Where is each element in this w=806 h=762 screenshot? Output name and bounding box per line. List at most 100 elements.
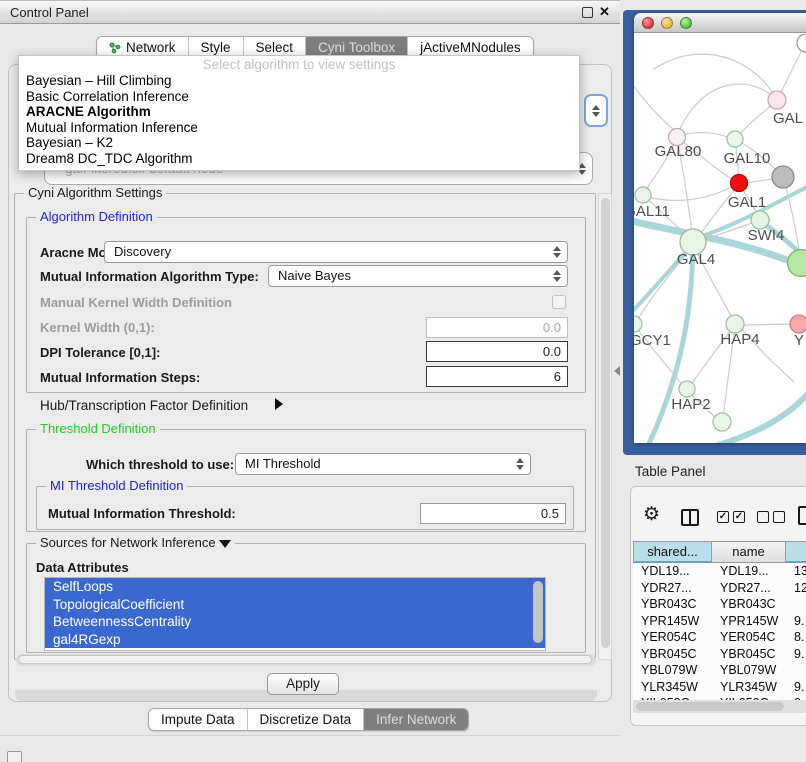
algorithm-option[interactable]: Mutual Information Inference — [19, 120, 579, 136]
network-node[interactable] — [790, 315, 806, 333]
algorithm-option[interactable]: Bayesian – Hill Climbing — [19, 73, 579, 89]
settings-horizontal-scrollbar[interactable] — [16, 654, 596, 666]
network-node[interactable] — [635, 187, 651, 203]
table-row[interactable]: YBR045CYBR045C9. — [633, 646, 806, 663]
close-traffic-light-icon[interactable] — [642, 17, 654, 29]
export-table-icon[interactable] — [798, 506, 806, 525]
network-node[interactable] — [679, 381, 695, 397]
gear-icon[interactable]: ⚙ — [643, 505, 660, 524]
column-header[interactable]: shared... — [633, 541, 712, 563]
mi-type-combo[interactable]: Naive Bayes — [268, 265, 568, 287]
node-label: HAP2 — [671, 396, 710, 413]
attribute-item[interactable]: gal4RGexp — [45, 631, 545, 649]
node-label: GAL10 — [724, 150, 771, 167]
close-icon[interactable]: ✕ — [599, 4, 610, 20]
spinner-arrows-icon — [592, 105, 600, 117]
network-edge[interactable] — [643, 184, 738, 200]
table-row[interactable]: YDL19...YDL19...13 — [633, 563, 806, 580]
expand-arrow-icon[interactable] — [275, 398, 283, 410]
table-row[interactable]: YBL079WYBL079W — [633, 662, 806, 679]
inference-algorithm-combo-focus-ring[interactable] — [584, 94, 608, 127]
scrollbar-thumb[interactable] — [601, 198, 610, 648]
manual-kernel-label: Manual Kernel Width Definition — [40, 295, 232, 310]
column-header[interactable]: name — [712, 541, 786, 563]
network-node[interactable] — [797, 34, 806, 52]
table-row[interactable]: YBR043CYBR043C — [633, 596, 806, 613]
control-panel-bottom-tabbar: Impute DataDiscretize DataInfer Network — [148, 708, 469, 731]
table-cell — [786, 662, 806, 679]
dpi-tolerance-label: DPI Tolerance [0,1]: — [40, 345, 160, 360]
scrollbar-thumb[interactable] — [636, 702, 784, 711]
unchecked-box-icon — [773, 511, 785, 523]
node-label: GAL1 — [728, 194, 766, 211]
hub-section-label[interactable]: Hub/Transcription Factor Definition — [40, 398, 248, 413]
table-row[interactable]: YPR145WYPR145W9. — [633, 613, 806, 630]
network-edge[interactable] — [677, 84, 777, 136]
minimize-traffic-light-icon[interactable] — [661, 17, 673, 29]
network-node[interactable] — [731, 175, 748, 192]
control-panel-title: Control Panel — [10, 1, 89, 24]
table-body: YDL19...YDL19...13YDR27...YDR27...12YBR0… — [633, 563, 806, 700]
aracne-mode-combo[interactable]: Discovery — [104, 241, 568, 263]
algorithm-placeholder: Select algorithm to view settings — [19, 56, 579, 73]
dpi-tolerance-field[interactable]: 0.0 — [426, 341, 568, 362]
tab-infer-network[interactable]: Infer Network — [364, 709, 468, 730]
collapsed-panel-icon[interactable] — [7, 751, 22, 762]
algorithm-option[interactable]: Dream8 DC_TDC Algorithm — [19, 151, 579, 167]
network-edge[interactable] — [654, 54, 776, 98]
columns-icon[interactable] — [681, 509, 699, 526]
network-window-titlebar[interactable] — [634, 13, 806, 33]
network-node[interactable] — [634, 316, 642, 332]
zoom-traffic-light-icon[interactable] — [680, 17, 692, 29]
algorithm-option[interactable]: Basic Correlation Inference — [19, 89, 579, 105]
algorithm-option[interactable]: ARACNE Algorithm — [19, 104, 579, 120]
algorithm-option[interactable]: Bayesian – K2 — [19, 135, 579, 151]
table-cell: YDL19... — [633, 563, 712, 580]
deselect-all-icon[interactable] — [757, 511, 785, 523]
table-row[interactable]: YER054CYER054C8. — [633, 629, 806, 646]
table-cell: 12 — [786, 580, 806, 597]
apply-button[interactable]: Apply — [267, 673, 339, 695]
mi-type-value: Naive Bayes — [278, 266, 351, 286]
table-horizontal-scrollbar[interactable] — [633, 700, 806, 713]
table-cell: 8. — [786, 629, 806, 646]
table-cell: 13 — [786, 563, 806, 580]
mi-threshold-field[interactable]: 0.5 — [420, 503, 566, 524]
spinner-arrows-icon — [516, 458, 524, 470]
splitter-collapse-icon[interactable] — [614, 366, 620, 376]
list-vertical-scrollbar[interactable] — [532, 578, 545, 650]
scrollbar-thumb[interactable] — [533, 581, 543, 643]
table-header: shared...name — [633, 541, 806, 563]
network-edge[interactable] — [736, 324, 797, 325]
kernel-width-label: Kernel Width (0,1): — [40, 320, 155, 335]
tab-impute-data[interactable]: Impute Data — [149, 709, 248, 730]
attribute-item[interactable]: BetweennessCentrality — [45, 613, 545, 631]
node-label: HAP4 — [720, 331, 759, 348]
table-row[interactable]: YLR345WYLR345W9. — [633, 679, 806, 696]
network-canvas[interactable]: GALGAL80GAL10GAL1GAL11SWI4GAL4GCY1HAP4YH… — [634, 34, 806, 443]
control-panel-titlebar: Control Panel ✕ — [0, 0, 620, 24]
select-all-icon[interactable]: ✓ ✓ — [717, 511, 745, 523]
network-node[interactable] — [727, 131, 743, 147]
table-cell: YBL079W — [633, 662, 712, 679]
which-threshold-combo[interactable]: MI Threshold — [235, 453, 531, 475]
scrollbar-thumb[interactable] — [18, 655, 592, 664]
network-edge[interactable] — [634, 79, 679, 134]
table-cell: YER054C — [633, 629, 712, 646]
tab-discretize-data[interactable]: Discretize Data — [248, 709, 365, 730]
collapse-arrow-icon[interactable] — [219, 540, 231, 548]
which-threshold-label: Which threshold to use: — [86, 457, 234, 472]
network-node[interactable] — [788, 250, 806, 277]
network-node[interactable] — [772, 166, 794, 188]
network-graph[interactable]: GALGAL80GAL10GAL1GAL11SWI4GAL4GCY1HAP4YH… — [634, 34, 806, 443]
settings-vertical-scrollbar[interactable] — [598, 193, 612, 660]
attribute-item[interactable]: TopologicalCoefficient — [45, 596, 545, 614]
mi-steps-field[interactable]: 6 — [426, 366, 568, 387]
column-header[interactable] — [786, 541, 806, 563]
table-row[interactable]: YDR27...YDR27...12 — [633, 580, 806, 597]
network-node[interactable] — [713, 413, 731, 431]
float-window-icon[interactable] — [582, 7, 593, 18]
sources-title[interactable]: Sources for Network Inference — [36, 536, 235, 550]
network-node[interactable] — [768, 91, 786, 109]
attribute-item[interactable]: SelfLoops — [45, 578, 545, 596]
